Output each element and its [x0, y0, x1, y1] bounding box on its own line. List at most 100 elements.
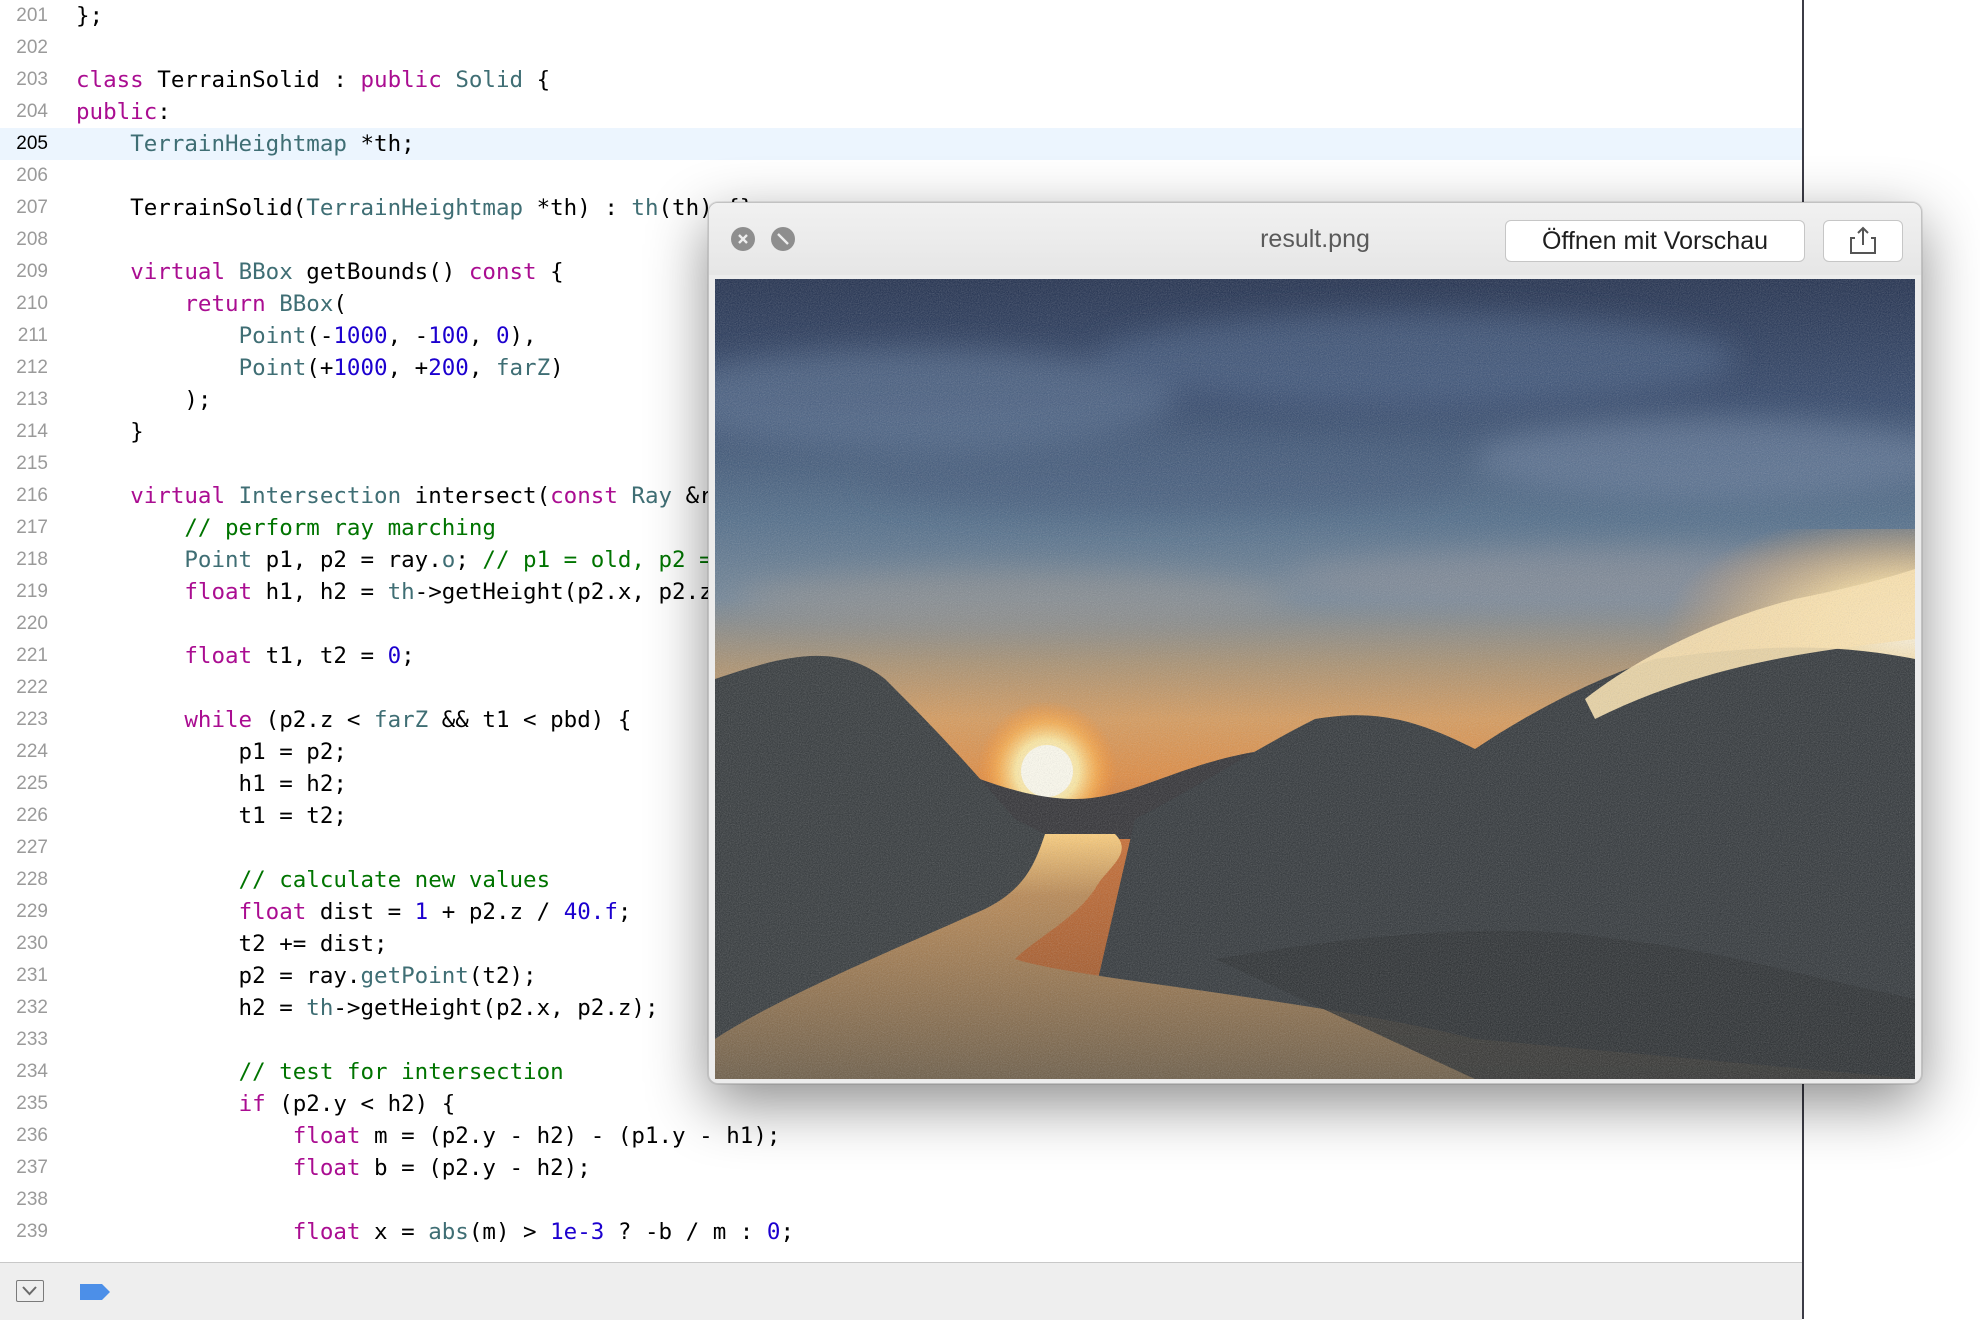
line-number: 213: [16, 389, 48, 410]
code-text: TerrainSolid(TerrainHeightmap *th) : th(…: [76, 192, 753, 224]
code-token: dist =: [306, 899, 415, 925]
code-token: b = (p2.y - h2);: [360, 1155, 591, 1181]
line-number: 206: [16, 165, 48, 186]
code-token: {: [536, 259, 564, 285]
code-text: return BBox(: [76, 288, 347, 320]
code-text: Point p1, p2 = ray.o; // p1 = old, p2 =: [76, 544, 713, 576]
code-text: if (p2.y < h2) {: [76, 1088, 456, 1120]
code-token: ,: [468, 323, 496, 349]
code-token: 0: [387, 643, 402, 669]
code-line[interactable]: 203 class TerrainSolid : public Solid {: [0, 64, 1802, 96]
code-text: virtual BBox getBounds() const {: [76, 256, 564, 288]
code-text: p1 = p2;: [76, 736, 347, 768]
share-button[interactable]: [1823, 220, 1903, 262]
code-token: BBox: [279, 291, 334, 317]
quick-look-titlebar: result.png Öffnen mit Vorschau: [709, 203, 1921, 275]
code-token: const: [550, 483, 618, 509]
code-line[interactable]: 206: [0, 160, 1802, 192]
code-token: TerrainHeightmap: [306, 195, 524, 221]
line-number: 205: [16, 133, 48, 154]
code-line[interactable]: 201};: [0, 0, 1802, 32]
code-token: , +: [387, 355, 429, 381]
line-number: 219: [16, 581, 48, 602]
line-number: 215: [16, 453, 48, 474]
code-text: float x = abs(m) > 1e-3 ? -b / m : 0;: [76, 1216, 794, 1248]
code-text: };: [76, 0, 103, 32]
code-token: virtual: [130, 483, 226, 509]
code-token: t1, t2 =: [252, 643, 388, 669]
debug-bar: [0, 1262, 1802, 1320]
code-token: ;: [780, 1219, 794, 1245]
code-token: h1, h2 =: [252, 579, 388, 605]
code-token: TerrainSolid :: [143, 67, 361, 93]
code-line[interactable]: 202: [0, 32, 1802, 64]
open-with-preview-button[interactable]: Öffnen mit Vorschau: [1505, 220, 1805, 262]
code-token: (: [333, 291, 347, 317]
line-number: 234: [16, 1061, 48, 1082]
code-token: (p2.y < h2) {: [265, 1091, 456, 1117]
code-token: x =: [360, 1219, 429, 1245]
code-token: // p1 = old, p2 =: [482, 547, 713, 573]
breakpoint-icon[interactable]: [78, 1282, 112, 1306]
hide-debug-area-icon[interactable]: [16, 1280, 44, 1302]
code-token: ;: [617, 899, 632, 925]
code-token: {: [523, 67, 551, 93]
code-token: (+: [306, 355, 334, 381]
code-token: ? -b / m :: [604, 1219, 767, 1245]
code-token: public: [76, 99, 158, 125]
line-number: 202: [16, 37, 48, 58]
code-text: virtual Intersection intersect(const Ray…: [76, 480, 713, 512]
line-number: 233: [16, 1029, 48, 1050]
code-token: + p2.z /: [428, 899, 564, 925]
code-line[interactable]: 236 float m = (p2.y - h2) - (p1.y - h1);: [0, 1120, 1802, 1152]
code-token: float: [292, 1219, 361, 1245]
line-number: 231: [16, 965, 48, 986]
code-line[interactable]: 205 TerrainHeightmap *th;: [0, 128, 1802, 160]
code-text: float dist = 1 + p2.z / 40.f;: [76, 896, 632, 928]
code-line[interactable]: 235 if (p2.y < h2) {: [0, 1088, 1802, 1120]
code-token: const: [468, 259, 537, 285]
code-line[interactable]: 237 float b = (p2.y - h2);: [0, 1152, 1802, 1184]
line-number: 238: [16, 1189, 48, 1210]
code-token: :: [157, 99, 171, 125]
code-line[interactable]: 238: [0, 1184, 1802, 1216]
rendered-image: [709, 279, 1921, 1079]
line-number: 224: [16, 741, 48, 762]
fullscreen-icon[interactable]: [771, 227, 795, 251]
code-token: virtual: [130, 259, 226, 285]
line-number: 236: [16, 1125, 48, 1146]
code-line[interactable]: 239 float x = abs(m) > 1e-3 ? -b / m : 0…: [0, 1216, 1802, 1248]
code-token: (-: [306, 323, 334, 349]
code-text: TerrainHeightmap *th;: [76, 128, 414, 160]
code-token: h2 =: [76, 995, 307, 1021]
code-token: float: [184, 643, 253, 669]
code-text: float h1, h2 = th->getHeight(p2.x, p2.z: [76, 576, 713, 608]
code-token: 1e-3: [550, 1219, 605, 1245]
code-token: (m) >: [468, 1219, 551, 1245]
line-number: 221: [16, 645, 48, 666]
code-token: , -: [387, 323, 429, 349]
line-number: 217: [16, 517, 48, 538]
line-number: 210: [16, 293, 48, 314]
code-token: Ray: [631, 483, 673, 509]
code-token: th: [631, 195, 659, 221]
line-number: 208: [16, 229, 48, 250]
line-number: 222: [16, 677, 48, 698]
code-text: float b = (p2.y - h2);: [76, 1152, 591, 1184]
share-icon: [1850, 226, 1876, 254]
code-text: t1 = t2;: [76, 800, 347, 832]
line-number: 201: [16, 5, 48, 26]
code-token: farZ: [374, 707, 429, 733]
code-token: ->getHeight(p2.x, p2.z: [414, 579, 713, 605]
code-token: float: [184, 579, 253, 605]
code-token: 0: [766, 1219, 781, 1245]
code-text: h2 = th->getHeight(p2.x, p2.z);: [76, 992, 659, 1024]
close-icon[interactable]: [731, 227, 755, 251]
code-line[interactable]: 204 public:: [0, 96, 1802, 128]
